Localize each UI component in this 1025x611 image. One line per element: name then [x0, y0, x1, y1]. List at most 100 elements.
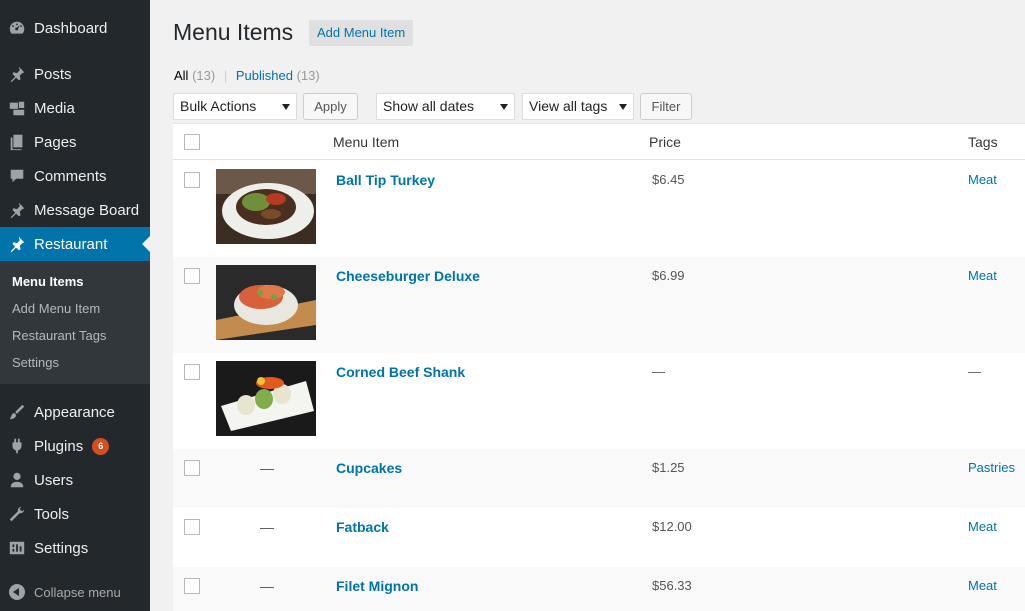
- tag-filter-value: View all tags: [529, 98, 608, 114]
- page-title: Menu Items: [173, 19, 294, 45]
- bulk-actions-select[interactable]: Bulk Actions: [173, 93, 297, 120]
- sidebar-item-tools[interactable]: Tools: [0, 497, 150, 531]
- date-filter-value: Show all dates: [383, 98, 475, 114]
- sidebar-item-settings[interactable]: Settings: [0, 531, 150, 565]
- sidebar-item-label: Settings: [34, 539, 89, 557]
- update-count-badge: 6: [92, 437, 110, 455]
- date-filter-select[interactable]: Show all dates: [376, 93, 515, 120]
- sidebar-item-label: Media: [34, 99, 75, 117]
- row-checkbox[interactable]: [184, 578, 200, 594]
- sidebar-item-appearance[interactable]: Appearance: [0, 395, 150, 429]
- filter-all-link[interactable]: All: [174, 68, 188, 83]
- no-thumbnail: —: [260, 578, 274, 594]
- chevron-down-icon: [282, 104, 290, 110]
- menu-item-title-link[interactable]: Ball Tip Turkey: [336, 172, 435, 188]
- submenu-restaurant-tags[interactable]: Restaurant Tags: [12, 328, 106, 343]
- filter-button[interactable]: Filter: [640, 93, 692, 120]
- menu-items-table: Menu Item Price Tags Ball Tip Turkey $6.…: [173, 123, 1025, 611]
- filter-published-link[interactable]: Published: [236, 68, 293, 83]
- food-thumbnail[interactable]: [216, 169, 316, 244]
- sidebar-item-label: Plugins: [34, 437, 84, 455]
- sidebar-item-plugins[interactable]: Plugins 6: [0, 429, 150, 463]
- table-row: — Fatback $12.00 Meat: [173, 508, 1025, 567]
- wrench-icon: [0, 505, 34, 523]
- sidebar-item-label: Posts: [34, 65, 72, 83]
- sidebar-item-users[interactable]: Users: [0, 463, 150, 497]
- sidebar-item-label: Pages: [34, 133, 77, 151]
- price-value: —: [652, 364, 665, 379]
- tag-filter-select[interactable]: View all tags: [522, 93, 634, 120]
- column-header-tags: Tags: [968, 134, 998, 150]
- status-filter-links: All (13) | Published (13): [174, 68, 320, 83]
- pages-icon: [0, 133, 34, 151]
- table-row: Corned Beef Shank — —: [173, 353, 1025, 449]
- column-header-price[interactable]: Price: [649, 134, 681, 150]
- bulk-actions-value: Bulk Actions: [180, 98, 257, 114]
- sidebar-item-label: Dashboard: [34, 19, 108, 37]
- tag-link[interactable]: Pastries: [968, 460, 1015, 475]
- sidebar-item-label: Message Board: [34, 201, 140, 219]
- filter-published-count: (13): [296, 68, 320, 83]
- row-checkbox[interactable]: [184, 460, 200, 476]
- price-value: $6.45: [652, 172, 685, 187]
- sidebar-item-media[interactable]: Media: [0, 91, 150, 125]
- no-thumbnail: —: [260, 460, 274, 476]
- table-row: — Cupcakes $1.25 Pastries: [173, 449, 1025, 508]
- price-value: $56.33: [652, 578, 692, 593]
- row-checkbox[interactable]: [184, 172, 200, 188]
- tag-link[interactable]: Meat: [968, 172, 997, 187]
- menu-item-title-link[interactable]: Filet Mignon: [336, 578, 418, 594]
- sidebar-item-comments[interactable]: Comments: [0, 159, 150, 193]
- sidebar-item-label: Appearance: [34, 403, 115, 421]
- menu-item-title-link[interactable]: Corned Beef Shank: [336, 364, 465, 380]
- no-thumbnail: —: [260, 519, 274, 535]
- sidebar-item-label: Comments: [34, 167, 107, 185]
- row-checkbox[interactable]: [184, 519, 200, 535]
- sidebar-item-pages[interactable]: Pages: [0, 125, 150, 159]
- comment-icon: [0, 167, 34, 185]
- table-row: Ball Tip Turkey $6.45 Meat: [173, 161, 1025, 257]
- pin-icon: [0, 201, 34, 219]
- add-menu-item-button[interactable]: Add Menu Item: [309, 20, 414, 46]
- sidebar-item-dashboard[interactable]: Dashboard: [0, 11, 150, 45]
- food-thumbnail[interactable]: [216, 265, 316, 340]
- select-all-checkbox[interactable]: [184, 134, 200, 150]
- settings-icon: [0, 539, 34, 557]
- menu-item-title-link[interactable]: Cheeseburger Deluxe: [336, 268, 480, 284]
- filter-all-count: (13): [192, 68, 216, 83]
- brush-icon: [0, 403, 34, 421]
- menu-item-title-link[interactable]: Cupcakes: [336, 460, 402, 476]
- apply-button[interactable]: Apply: [303, 93, 358, 120]
- sidebar-item-restaurant[interactable]: Restaurant: [0, 227, 150, 261]
- column-header-menu-item[interactable]: Menu Item: [333, 134, 399, 150]
- sidebar-item-label: Tools: [34, 505, 70, 523]
- sidebar-item-message-board[interactable]: Message Board: [0, 193, 150, 227]
- chevron-down-icon: [619, 104, 627, 110]
- table-header: Menu Item Price Tags: [173, 124, 1025, 160]
- restaurant-submenu: Menu Items Add Menu Item Restaurant Tags…: [0, 261, 150, 384]
- row-checkbox[interactable]: [184, 268, 200, 284]
- plugin-icon: [0, 437, 34, 455]
- collapse-menu-button[interactable]: Collapse menu: [0, 580, 150, 604]
- pin-icon: [0, 235, 34, 253]
- chevron-down-icon: [500, 104, 508, 110]
- food-thumbnail[interactable]: [216, 361, 316, 436]
- collapse-label: Collapse menu: [34, 584, 121, 600]
- table-row: — Filet Mignon $56.33 Meat: [173, 567, 1025, 611]
- sidebar-item-posts[interactable]: Posts: [0, 57, 150, 91]
- media-icon: [0, 99, 34, 117]
- submenu-settings[interactable]: Settings: [12, 355, 59, 370]
- menu-item-title-link[interactable]: Fatback: [336, 519, 389, 535]
- active-indicator: [142, 236, 150, 252]
- row-checkbox[interactable]: [184, 364, 200, 380]
- tag-link[interactable]: Meat: [968, 578, 997, 593]
- sidebar-item-label: Restaurant: [34, 235, 108, 253]
- dashboard-icon: [0, 19, 34, 37]
- submenu-add-menu-item[interactable]: Add Menu Item: [12, 301, 100, 316]
- tag-link[interactable]: Meat: [968, 268, 997, 283]
- collapse-arrow-icon: [0, 584, 34, 600]
- user-icon: [0, 471, 34, 489]
- price-value: $1.25: [652, 460, 685, 475]
- tag-link[interactable]: Meat: [968, 519, 997, 534]
- submenu-menu-items[interactable]: Menu Items: [12, 274, 84, 289]
